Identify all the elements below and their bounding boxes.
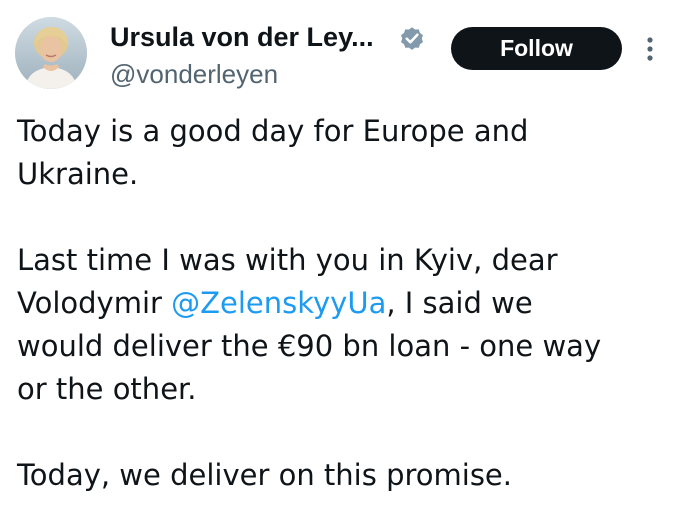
tweet-text-segment: Volodymir [17, 286, 172, 320]
tweet-card: Ursula von der Ley... @vonderleyen Follo… [0, 0, 680, 531]
avatar[interactable] [15, 17, 87, 89]
tweet-line: Ukraine. [17, 157, 139, 191]
author-display-name[interactable]: Ursula von der Ley... [110, 21, 374, 53]
author-handle[interactable]: @vonderleyen [110, 58, 278, 90]
tweet-line-with-mention: Volodymir @ZelenskyyUa, I said we [17, 282, 672, 325]
tweet-line: Last time I was with you in Kyiv, dear [17, 243, 558, 277]
tweet-text: Today is a good day for Europe and Ukrai… [17, 110, 672, 497]
avatar-image [15, 17, 87, 89]
tweet-text-segment: , I said we [386, 286, 533, 320]
follow-button[interactable]: Follow [451, 27, 622, 70]
tweet-line: would deliver the €90 bn loan - one way [17, 329, 602, 363]
verified-badge-icon [401, 27, 423, 50]
tweet-line: or the other. [17, 372, 197, 406]
mention-link[interactable]: @ZelenskyyUa [171, 286, 386, 320]
more-vertical-icon[interactable] [640, 34, 660, 64]
tweet-line: Today is a good day for Europe and [17, 114, 529, 148]
tweet-line: Today, we deliver on this promise. [17, 458, 512, 492]
